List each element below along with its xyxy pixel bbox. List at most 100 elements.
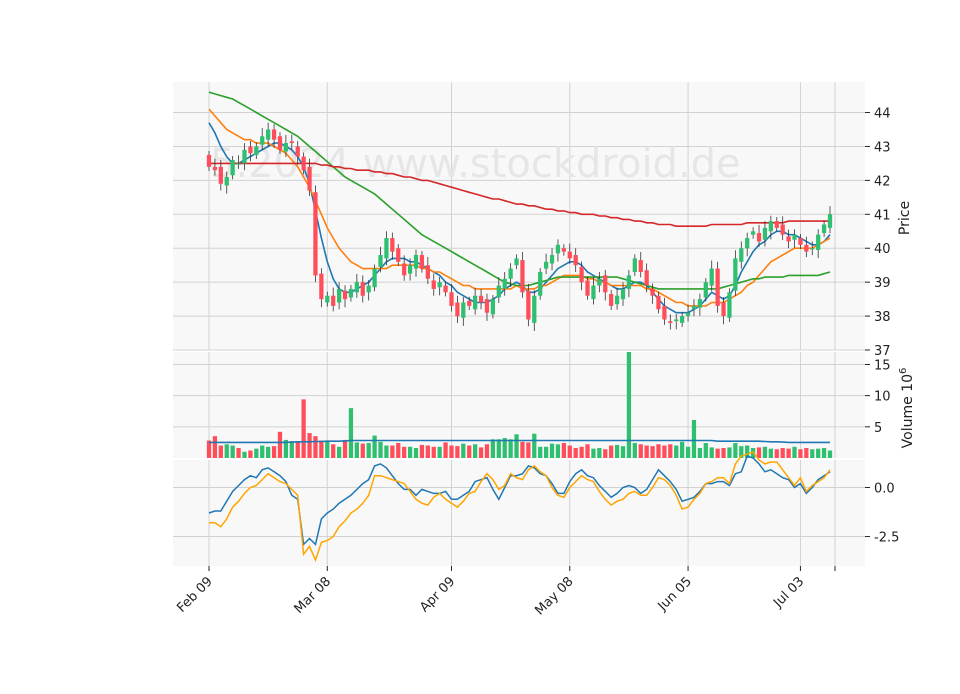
candle-body	[455, 302, 460, 317]
candle-body	[295, 146, 300, 157]
volume-bar	[508, 439, 513, 458]
y-tick-label: 41	[874, 208, 891, 223]
candle-body	[218, 166, 223, 184]
candle-body	[804, 244, 809, 252]
volume-bar	[774, 449, 779, 458]
candle-body	[407, 265, 413, 274]
volume-bar	[366, 443, 371, 458]
candle-body	[668, 321, 673, 323]
volume-bar	[674, 445, 679, 458]
y-tick-label: 10	[874, 390, 891, 405]
volume-bar	[703, 443, 708, 458]
volume-y-ticks: 5 10 15	[865, 358, 891, 436]
y-tick-label: 40	[874, 242, 891, 257]
volume-bar	[212, 436, 218, 458]
volume-bar	[378, 441, 383, 458]
volume-bar	[319, 440, 324, 458]
volume-bar	[561, 443, 566, 458]
volume-bar	[289, 441, 294, 458]
volume-bar	[455, 446, 460, 458]
candle-body	[821, 224, 827, 233]
candle-body	[638, 260, 643, 272]
volume-bar	[461, 443, 466, 458]
volume-bar	[656, 444, 661, 458]
candle-body	[266, 129, 271, 140]
volume-bar	[532, 433, 537, 458]
volume-bar	[490, 439, 496, 458]
candle-body	[248, 146, 253, 154]
price-y-ticks: 37 38 39 40 41 42 43 44	[865, 107, 891, 359]
candle-body	[496, 285, 501, 298]
candle-body	[325, 295, 330, 303]
volume-bar	[467, 445, 472, 458]
candle-body	[680, 316, 685, 323]
candle-body	[579, 266, 584, 283]
candle-body	[277, 136, 283, 150]
volume-bar	[609, 445, 614, 458]
volume-bar	[780, 448, 785, 458]
candle-body	[703, 282, 708, 298]
volume-bar	[230, 445, 235, 458]
candle-body	[567, 251, 572, 259]
candle-body	[254, 146, 259, 155]
candle-body	[626, 275, 632, 289]
volume-bar	[277, 431, 283, 458]
volume-bar	[266, 446, 271, 458]
volume-bar	[360, 443, 365, 458]
candle-body	[520, 260, 525, 293]
x-tick-label: Mar 08	[292, 574, 335, 617]
volume-bar	[520, 441, 525, 458]
candle-body	[721, 302, 726, 317]
candle-body	[301, 156, 306, 171]
candle-body	[555, 244, 561, 254]
price-y-axis-label: Price	[897, 201, 913, 235]
volume-label-exponent: 6	[898, 368, 909, 374]
candle-body	[727, 292, 732, 318]
y-tick-label: 44	[874, 107, 891, 122]
volume-bar	[407, 446, 413, 458]
volume-y-axis-label: Volume 106	[898, 368, 916, 449]
candle-body	[774, 221, 779, 228]
candle-body	[206, 154, 212, 167]
volume-bar	[585, 444, 590, 458]
volume-bar	[668, 444, 673, 458]
volume-bar	[372, 435, 377, 458]
volume-bar	[614, 444, 620, 458]
volume-bar	[478, 447, 484, 458]
volume-bar	[254, 448, 259, 458]
volume-bar	[336, 446, 342, 458]
volume-bar	[721, 448, 726, 458]
candle-body	[384, 238, 389, 259]
candle-body	[467, 300, 472, 306]
volume-bar	[555, 444, 561, 458]
volume-bar	[567, 445, 572, 458]
candle-body	[289, 141, 294, 144]
volume-bar	[402, 446, 407, 458]
candle-body	[313, 192, 318, 276]
volume-bar	[827, 450, 833, 458]
volume-bar	[248, 450, 253, 458]
candle-body	[271, 129, 277, 140]
candle-body	[354, 282, 359, 293]
volume-bar	[419, 444, 425, 458]
candle-body	[532, 295, 537, 323]
y-tick-label: 37	[874, 344, 891, 359]
volume-bar	[709, 447, 714, 458]
volume-bar	[821, 448, 827, 458]
candle-body	[792, 234, 797, 240]
candle-body	[473, 295, 478, 310]
volume-bar	[804, 448, 809, 458]
candle-body	[543, 261, 549, 269]
candle-body	[372, 268, 377, 288]
candle-body	[360, 282, 365, 296]
candle-body	[283, 143, 289, 152]
x-tick-label: Jun 05	[655, 574, 695, 614]
volume-bar	[650, 446, 655, 458]
volume-bar	[756, 447, 762, 458]
volume-bar	[348, 408, 354, 458]
indicator-y-ticks: -2.5 0.0	[865, 481, 899, 546]
candle-body	[443, 285, 448, 293]
candle-body	[697, 299, 703, 308]
candle-body	[342, 290, 348, 300]
price-panel-background	[173, 82, 865, 350]
